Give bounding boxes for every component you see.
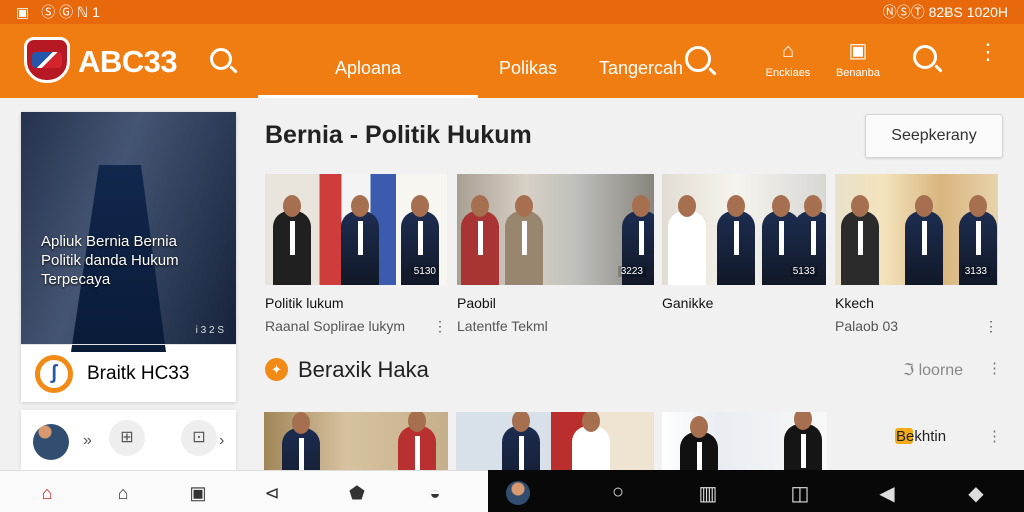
image-icon: ▣ — [848, 40, 868, 62]
tab-aploana[interactable]: Aploana — [258, 24, 478, 98]
shield-icon[interactable]: ⬟ — [345, 483, 369, 504]
video-meta: Palaob 03 ⋮ — [835, 318, 998, 335]
back-icon[interactable]: ◀ — [875, 481, 899, 506]
home-icon[interactable]: ⌂ — [35, 483, 59, 504]
video-meta: Latentfe Tekml — [457, 318, 654, 334]
send-icon[interactable]: ⊲ — [260, 483, 284, 504]
subscribe-button[interactable]: Seepkerany — [865, 114, 1003, 158]
grid-icon[interactable]: ▣ — [186, 483, 210, 504]
section-icon: ✦ — [265, 358, 288, 381]
bottom-nav: ⌂ ⌂ ▣ ⊲ ⬟ ◒ — [0, 470, 488, 512]
avatar[interactable] — [506, 481, 530, 511]
search-button-large[interactable] — [685, 46, 711, 72]
share-card: » ⊞ ⊡ › — [21, 410, 236, 470]
suitcase-icon: ⌂ — [781, 40, 795, 62]
android-navigation: ○ ▥ ◫ ◀ ◆ — [488, 470, 1024, 512]
more-link[interactable]: ℑ loorne — [903, 360, 963, 380]
more-vertical-icon[interactable]: ⋮ — [987, 359, 1002, 377]
video-duration: 3133 — [961, 266, 990, 277]
more-vertical-icon[interactable]: ⋮ — [984, 318, 998, 335]
chart-icon[interactable]: ⊡ — [181, 420, 217, 456]
benanba-label: Benanba — [835, 67, 881, 79]
video-title[interactable]: Ganikke — [662, 295, 826, 311]
featured-brand: Braitk HC33 — [87, 362, 190, 384]
avatar-icon — [506, 481, 530, 505]
featured-card[interactable]: Apliuk Bernia Bernia Politik danda Hukum… — [21, 112, 236, 402]
target-icon[interactable]: ◆ — [964, 481, 988, 506]
enckiaes-button[interactable]: ⌂ Enckiaes — [758, 41, 818, 79]
status-bar: ▣ Ⓢ Ⓖ ℕ 1 ⓃⓈⓉ 82ɃS 1020H — [0, 0, 1024, 24]
status-left: ▣ Ⓢ Ⓖ ℕ 1 — [16, 2, 100, 22]
featured-image[interactable]: Apliuk Bernia Bernia Politik danda Hukum… — [21, 112, 236, 344]
video-duration: 3223 — [617, 266, 646, 277]
video-strip-3[interactable] — [662, 412, 827, 470]
video-card-2[interactable]: 3223 Paobil Latentfe Tekml — [457, 174, 654, 334]
video-card-4[interactable]: 3133 Kkech Palaob 03 ⋮ — [835, 174, 998, 335]
video-title[interactable]: Politik lukum — [265, 295, 447, 311]
status-left-text: Ⓢ Ⓖ ℕ 1 — [41, 4, 100, 20]
more-vertical-icon: ⋮ — [977, 39, 999, 64]
second-search-button[interactable] — [913, 45, 937, 69]
section-title: Beraxik Haka — [298, 357, 429, 382]
house-icon[interactable]: ⌂ — [111, 483, 135, 504]
video-meta-text: Latentfe Tekml — [457, 318, 548, 334]
video-thumbnail[interactable]: 3223 — [457, 174, 654, 285]
avatar[interactable] — [33, 424, 69, 460]
video-thumbnail[interactable]: 5133 — [662, 174, 826, 285]
search-icon[interactable]: ○ — [606, 481, 630, 504]
search-icon — [913, 45, 937, 69]
status-right: ⓃⓈⓉ 82ɃS 1020H — [883, 2, 1008, 22]
more-options-button[interactable]: ⋮ — [977, 39, 999, 64]
featured-title: Apliuk Bernia Bernia Politik danda Hukum… — [41, 233, 179, 288]
section-label[interactable]: Bekhtin — [896, 428, 946, 445]
video-meta-text: Palaob 03 — [835, 318, 899, 334]
video-meta: Raanal Soplirae lukym ⋮ — [265, 318, 447, 335]
benanba-button[interactable]: ▣ Benanba — [827, 41, 889, 79]
abc33-logo[interactable] — [24, 37, 70, 83]
status-right-text: ⓃⓈⓉ 82ɃS 1020H — [882, 4, 1008, 20]
more-vertical-icon[interactable]: ⋮ — [987, 427, 1002, 445]
video-title[interactable]: Kkech — [835, 295, 998, 311]
logo-flag-icon — [32, 52, 62, 68]
more-vertical-icon[interactable]: ⋮ — [433, 318, 447, 335]
video-strip-1[interactable] — [264, 412, 448, 470]
grid-icon[interactable]: ⊞ — [109, 420, 145, 456]
featured-code: i 3 2 S — [195, 325, 224, 336]
gallery-icon: ▣ — [16, 3, 30, 20]
forward-icon[interactable]: » — [83, 432, 92, 450]
video-title[interactable]: Paobil — [457, 295, 654, 311]
video-meta-text: Raanal Soplirae lukym — [265, 318, 406, 334]
video-thumbnail[interactable]: 5130 — [265, 174, 447, 285]
video-card-1[interactable]: 5130 Politik lukum Raanal Soplirae lukym… — [265, 174, 447, 335]
search-icon — [210, 48, 232, 70]
app-bar: ABC33 Aploana Polikas Tangercah ⌂ Enckia… — [0, 24, 1024, 98]
video-card-3[interactable]: 5133 Ganikke — [662, 174, 826, 311]
next-icon[interactable]: › — [219, 432, 224, 450]
brand-logo-icon: ʃ — [35, 354, 73, 393]
video-thumbnail[interactable]: 3133 — [835, 174, 998, 285]
cloud-icon[interactable]: ◒ — [423, 483, 447, 504]
page-title: Bernia - Politik Hukum — [265, 121, 532, 149]
video-duration: 5133 — [789, 266, 818, 277]
top-tabs: Aploana Polikas Tangercah — [258, 24, 704, 98]
video-strip-2[interactable] — [456, 412, 654, 470]
featured-brand-line[interactable]: ʃ Braitk HC33 — [21, 344, 236, 402]
box-icon[interactable]: ▥ — [696, 481, 720, 506]
cube-icon[interactable]: ◫ — [788, 481, 812, 506]
video-duration: 5130 — [410, 266, 439, 277]
search-icon — [685, 46, 711, 72]
search-button[interactable] — [210, 48, 232, 70]
enckiaes-label: Enckiaes — [765, 67, 811, 79]
tab-polikas[interactable]: Polikas — [478, 24, 578, 98]
app-brand[interactable]: ABC33 — [78, 44, 178, 80]
